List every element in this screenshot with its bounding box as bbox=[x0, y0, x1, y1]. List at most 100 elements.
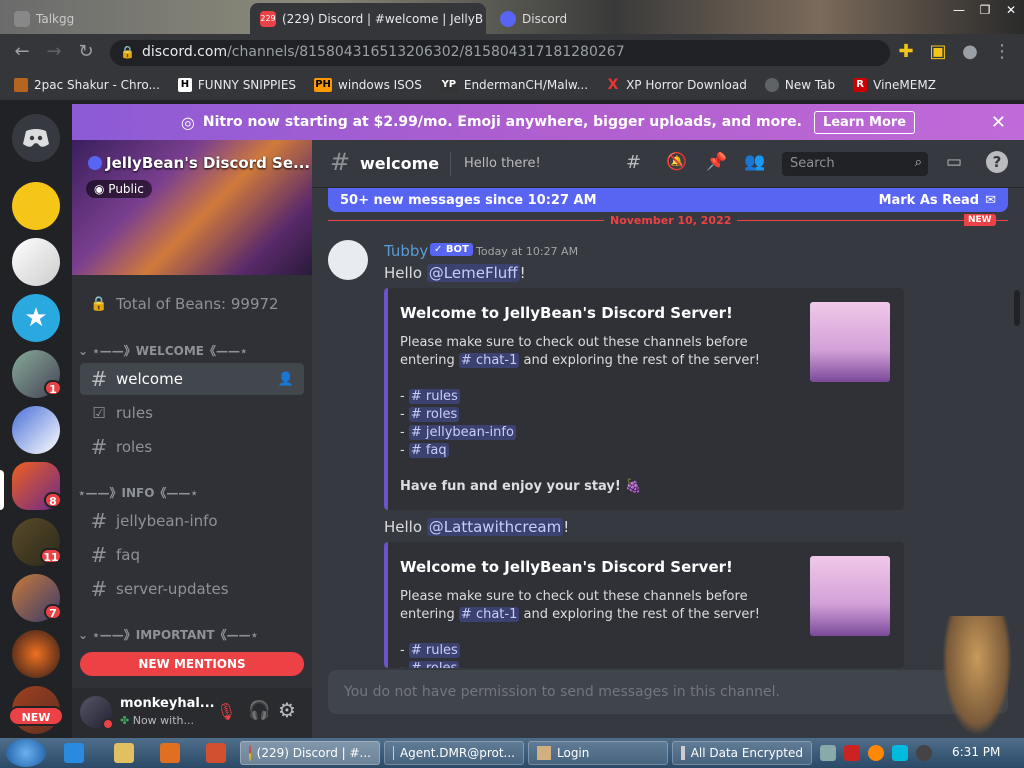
scrollbar-thumb[interactable] bbox=[1014, 290, 1020, 326]
message-timestamp: Today at 10:27 AM bbox=[476, 245, 579, 258]
taskbar-item[interactable]: Agent.DMR@prot... bbox=[384, 741, 524, 765]
help-icon[interactable]: ? bbox=[986, 151, 1008, 173]
notification-bell-muted-icon[interactable]: 🔕 bbox=[666, 152, 687, 172]
profile-avatar-icon[interactable]: ● bbox=[958, 40, 982, 64]
channel-mention[interactable]: # chat-1 bbox=[458, 607, 520, 622]
unread-badge: 11 bbox=[40, 548, 62, 564]
message-composer: You do not have permission to send messa… bbox=[328, 670, 1008, 714]
forward-icon[interactable]: → bbox=[42, 40, 66, 64]
server-icon[interactable] bbox=[12, 238, 60, 286]
side-panel-icon[interactable]: ▣ bbox=[926, 40, 950, 64]
mic-muted-icon[interactable]: 🎙 bbox=[216, 702, 236, 721]
bookmark-item[interactable]: YP EndermanCH/Malw... bbox=[439, 78, 588, 92]
tray-icon[interactable] bbox=[916, 745, 932, 761]
close-window-icon[interactable]: ✕ bbox=[998, 0, 1024, 24]
discord-home-button[interactable] bbox=[12, 114, 60, 162]
author-avatar[interactable] bbox=[328, 240, 368, 280]
member-list-icon[interactable]: 👥 bbox=[744, 152, 765, 172]
server-icon[interactable] bbox=[12, 630, 60, 678]
bookmark-item[interactable]: 2pac Shakur - Chro... bbox=[14, 78, 160, 92]
taskbar-item[interactable]: Login bbox=[528, 741, 668, 765]
threads-icon[interactable]: # bbox=[626, 152, 641, 173]
chevron-down-icon: ⌄ bbox=[78, 628, 93, 642]
minimize-icon[interactable]: — bbox=[946, 0, 972, 24]
embed-intro-end: and exploring the rest of the server! bbox=[523, 607, 760, 622]
server-icon[interactable] bbox=[12, 406, 60, 454]
menu-dots-icon[interactable]: ⋮ bbox=[990, 40, 1014, 64]
server-name-header[interactable]: JellyBean's Discord Se... ⌄ bbox=[88, 154, 312, 172]
hamster-overlay-image bbox=[942, 616, 1012, 736]
search-input[interactable]: Search ⌕ bbox=[782, 152, 928, 176]
embed-thumbnail[interactable] bbox=[810, 302, 890, 382]
maximize-icon[interactable]: ❐ bbox=[972, 0, 998, 24]
bookmark-item[interactable]: R VineMEMZ bbox=[853, 78, 936, 92]
ie-icon[interactable] bbox=[64, 743, 84, 763]
channel-mention[interactable]: # faq bbox=[408, 443, 449, 458]
bookmark-item[interactable]: New Tab bbox=[764, 78, 835, 92]
close-icon[interactable]: ✕ bbox=[991, 112, 1006, 133]
new-mentions-button[interactable]: NEW MENTIONS bbox=[80, 652, 304, 676]
user-status-text: Now with... bbox=[132, 714, 194, 727]
globe-icon bbox=[764, 78, 779, 92]
pin-icon[interactable]: 📌 bbox=[706, 152, 727, 172]
channel-roles[interactable]: # roles bbox=[80, 431, 304, 463]
category-important[interactable]: ⌄ ⋆——》IMPORTANT《——⋆ bbox=[78, 626, 258, 643]
browser-tab[interactable]: Talkgg bbox=[4, 3, 244, 34]
category-info[interactable]: ⋆——》INFO《——⋆ bbox=[78, 484, 198, 501]
tray-icon[interactable] bbox=[820, 745, 836, 761]
taskbar-item[interactable]: All Data Encrypted bbox=[672, 741, 812, 765]
channel-rules[interactable]: ☑ rules bbox=[80, 397, 304, 429]
message-author[interactable]: Tubby bbox=[384, 242, 428, 260]
invite-icon[interactable]: 👤 bbox=[278, 372, 294, 387]
reload-icon[interactable]: ↻ bbox=[74, 40, 98, 64]
browser-tab[interactable]: Discord bbox=[490, 3, 670, 34]
learn-more-button[interactable]: Learn More bbox=[813, 110, 916, 134]
channel-server-updates[interactable]: # server-updates bbox=[80, 573, 304, 605]
media-player-icon[interactable] bbox=[160, 743, 180, 763]
bookmark-item[interactable]: H FUNNY SNIPPIES bbox=[177, 78, 296, 92]
browser-tab-active[interactable]: 229 (229) Discord | #welcome | JellyB ✕ bbox=[250, 3, 486, 34]
inbox-icon[interactable]: ▭ bbox=[946, 152, 962, 172]
bookmark-item[interactable]: X XP Horror Download bbox=[606, 78, 747, 92]
channel-welcome[interactable]: # welcome 👤 bbox=[80, 363, 304, 395]
channel-mention[interactable]: # roles bbox=[408, 407, 460, 422]
user-mention[interactable]: @LemeFluff bbox=[426, 264, 520, 282]
new-messages-bar[interactable]: 50+ new messages since 10:27 AM Mark As … bbox=[328, 188, 1008, 212]
bookmark-item[interactable]: PH windows ISOS bbox=[314, 78, 422, 92]
server-icon[interactable] bbox=[12, 182, 60, 230]
mark-as-read-button[interactable]: Mark As Read bbox=[879, 193, 980, 208]
url-path: /channels/815804316513206302/81580431718… bbox=[227, 44, 625, 60]
paint-icon[interactable] bbox=[206, 743, 226, 763]
tray-icon[interactable] bbox=[844, 745, 860, 761]
settings-gear-icon[interactable]: ⚙ bbox=[278, 698, 296, 722]
username[interactable]: monkeyhal... bbox=[120, 696, 215, 711]
channel-mention[interactable]: # jellybean-info bbox=[408, 425, 516, 440]
channel-mention[interactable]: # chat-1 bbox=[458, 353, 520, 368]
channel-label: faq bbox=[116, 546, 140, 564]
welcome-embed: Welcome to JellyBean's Discord Server! P… bbox=[384, 542, 904, 668]
explorer-icon[interactable] bbox=[114, 743, 134, 763]
channel-label: roles bbox=[116, 438, 153, 456]
url-text[interactable]: discord.com/channels/815804316513206302/… bbox=[142, 44, 625, 60]
hash-icon: # bbox=[90, 367, 108, 391]
bookmark-label: windows ISOS bbox=[338, 78, 422, 92]
channel-mention[interactable]: # rules bbox=[408, 389, 460, 404]
embed-thumbnail[interactable] bbox=[810, 556, 890, 636]
hash-icon: # bbox=[411, 661, 426, 668]
clock[interactable]: 6:31 PM bbox=[952, 745, 1000, 759]
channel-mention[interactable]: # rules bbox=[408, 643, 460, 658]
tray-icon[interactable] bbox=[892, 745, 908, 761]
channel-mention[interactable]: # roles bbox=[408, 661, 460, 668]
headphones-icon[interactable]: 🎧 bbox=[248, 700, 270, 721]
channel-jellybean-info[interactable]: # jellybean-info bbox=[80, 505, 304, 537]
channel-faq[interactable]: # faq bbox=[80, 539, 304, 571]
category-welcome[interactable]: ⌄ ⋆——》WELCOME《——⋆ bbox=[78, 342, 248, 359]
server-icon[interactable]: ★ bbox=[12, 294, 60, 342]
start-button[interactable] bbox=[6, 739, 46, 767]
back-icon[interactable]: ← bbox=[10, 40, 34, 64]
taskbar-item-chrome[interactable]: (229) Discord | #... bbox=[240, 741, 380, 765]
channel-total-beans[interactable]: 🔒 Total of Beans: 99972 bbox=[80, 288, 304, 320]
tray-icon[interactable] bbox=[868, 745, 884, 761]
user-mention[interactable]: @Lattawithcream bbox=[426, 518, 564, 536]
extensions-icon[interactable]: ✚ bbox=[894, 40, 918, 64]
